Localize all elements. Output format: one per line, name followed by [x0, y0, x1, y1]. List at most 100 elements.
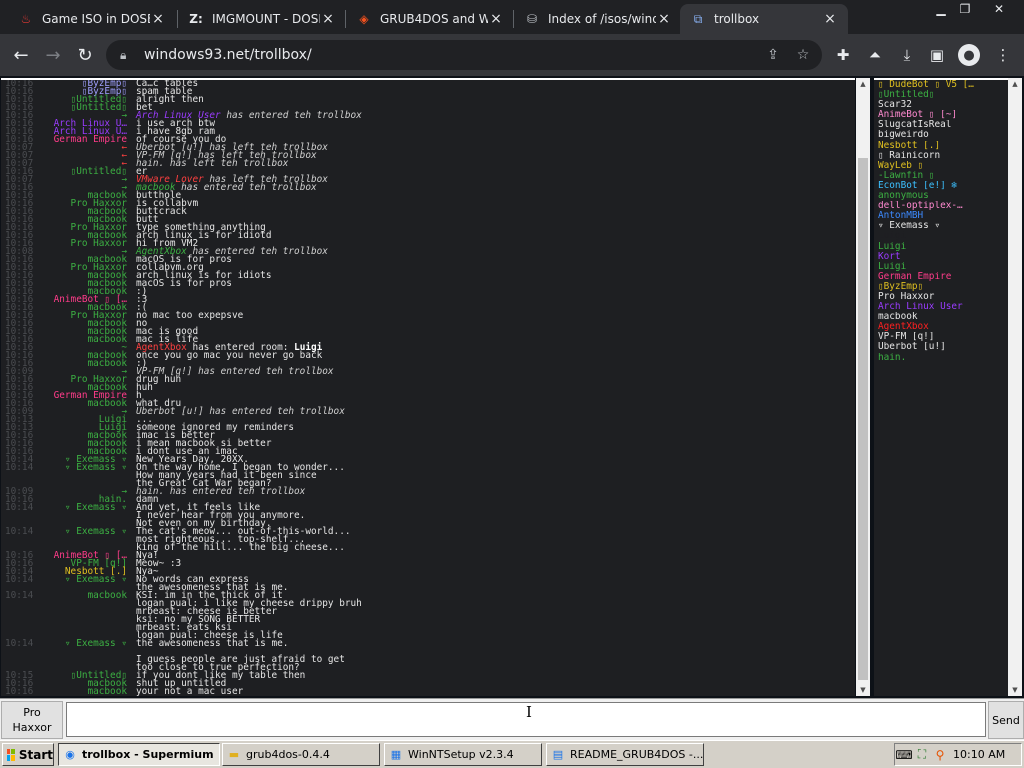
scroll-down-arrow-icon[interactable]: ▼ [1008, 684, 1022, 696]
message-nick[interactable]: ▯Untitled▯ [41, 103, 127, 112]
message-nick[interactable]: ▿ Exemass ▿ [41, 575, 127, 584]
message-nick[interactable]: macbook [41, 687, 127, 696]
scrollbar-thumb[interactable] [858, 158, 868, 680]
user-list-item[interactable]: Luigi [878, 242, 1008, 252]
message-nick[interactable]: ▿ Exemass ▿ [41, 639, 127, 648]
message-nick[interactable] [41, 512, 127, 520]
user-list-item[interactable]: WayLeb ▯ [878, 161, 1008, 171]
lock-icon[interactable]: 🔒︎ [120, 48, 134, 63]
tab-trollbox[interactable]: ⧉ trollbox × [680, 4, 848, 34]
message-nick[interactable] [41, 648, 127, 656]
user-list-item[interactable]: ▿ Exemass ▿ [878, 221, 1008, 231]
message-nick[interactable]: German Empire [41, 135, 127, 144]
user-list-item[interactable]: Uberbot [u!] [878, 342, 1008, 352]
message-nick[interactable] [41, 656, 127, 664]
tab-close-icon[interactable]: × [822, 11, 838, 27]
search-icon[interactable]: ⚲ [931, 748, 949, 762]
message-nick[interactable] [41, 616, 127, 624]
message-nick[interactable]: ▯Untitled▯ [41, 167, 127, 176]
back-arrow-icon[interactable]: ← [8, 42, 34, 68]
user-list-item[interactable]: Pro Haxxor [878, 292, 1008, 302]
taskbar-item-winntsetup[interactable]: ▦ WinNTSetup v2.3.4 [384, 743, 542, 766]
scroll-down-arrow-icon[interactable]: ▼ [856, 684, 870, 696]
user-list-item[interactable]: VP-FM [q!] [878, 332, 1008, 342]
user-list-item[interactable]: hain. [878, 353, 1008, 363]
message-nick[interactable]: macbook [41, 335, 127, 344]
message-nick[interactable]: macbook [41, 359, 127, 368]
tab-grub4dos[interactable]: ◈ GRUB4DOS and W × [346, 4, 514, 34]
user-list-item[interactable]: ▯Untitled▯ [878, 90, 1008, 100]
download-icon[interactable]: ⤓ [894, 42, 920, 68]
close-window-icon[interactable]: ✕ [982, 0, 1016, 18]
reload-icon[interactable]: ↻ [72, 42, 98, 68]
message-nick[interactable]: → [41, 175, 127, 184]
user-list-item[interactable]: Scar32 [878, 100, 1008, 110]
side-panel-icon[interactable]: ▣ [924, 42, 950, 68]
message-nick[interactable] [41, 608, 127, 616]
user-list-item[interactable]: ▯ DudeBot ▯ V5 [… [878, 80, 1008, 90]
nickname-button[interactable]: Pro Haxxor [1, 701, 63, 739]
user-list-item[interactable]: bigweirdo [878, 130, 1008, 140]
bookmark-star-icon[interactable]: ☆ [792, 47, 814, 63]
message-nick[interactable] [41, 624, 127, 632]
profile-avatar-icon[interactable]: ● [958, 44, 980, 66]
tab-imgmount[interactable]: Z: IMGMOUNT - DOSB × [178, 4, 346, 34]
lab-flask-icon[interactable]: ⏶ [862, 42, 888, 68]
user-list-item[interactable]: Arch Linux User [878, 302, 1008, 312]
user-list-item[interactable]: macbook [878, 312, 1008, 322]
message-nick[interactable]: ▿ Exemass ▿ [41, 527, 127, 536]
user-list-item[interactable]: SlugcatIsReal [878, 120, 1008, 130]
taskbar-item-trollbox[interactable]: ◉ trollbox - Supermium [58, 743, 220, 766]
network-icon[interactable]: ⛶ [913, 747, 931, 762]
user-list-item[interactable]: -Lawnfin ▯ [878, 171, 1008, 181]
user-list-item[interactable]: AnimeBot ▯ [~] [878, 110, 1008, 120]
menu-kebab-icon[interactable]: ⋮ [990, 42, 1016, 68]
share-icon[interactable]: ⇪ [762, 47, 784, 63]
scroll-up-arrow-icon[interactable]: ▲ [856, 78, 870, 90]
forward-arrow-icon[interactable]: → [40, 42, 66, 68]
message-nick[interactable]: ← [41, 143, 127, 152]
taskbar-item-readme[interactable]: ▤ README_GRUB4DOS -... [546, 743, 704, 766]
user-list-item[interactable]: Luigi [878, 262, 1008, 272]
message-nick[interactable] [41, 480, 127, 488]
url-text[interactable]: windows93.net/trollbox/ [144, 47, 762, 63]
keyboard-icon[interactable]: ⌨ [895, 748, 913, 762]
chat-message: 10:16 ▯Untitled▯ er [1, 167, 855, 176]
userlist-scrollbar[interactable]: ▲ ▼ [1008, 78, 1022, 696]
tab-close-icon[interactable]: × [150, 11, 166, 27]
send-button[interactable]: Send [988, 701, 1024, 739]
taskbar-item-grub4dos[interactable]: ▬ grub4dos-0.4.4 [222, 743, 380, 766]
user-list-item[interactable]: AntonMBH [878, 211, 1008, 221]
message-nick[interactable]: ← [41, 151, 127, 160]
message-nick[interactable]: macbook [41, 591, 127, 600]
message-nick[interactable] [41, 472, 127, 480]
extensions-puzzle-icon[interactable]: ✚ [830, 42, 856, 68]
message-nick[interactable] [41, 600, 127, 608]
user-list-item[interactable]: EconBot [e!] ❄ [878, 181, 1008, 191]
tab-game-iso[interactable]: ♨ Game ISO in DOSB × [8, 4, 176, 34]
tab-close-icon[interactable]: × [656, 11, 672, 27]
restore-icon[interactable]: ❐ [948, 0, 982, 18]
message-nick[interactable]: macbook [41, 399, 127, 408]
user-list-item[interactable]: Nesbott [.] [878, 141, 1008, 151]
user-list-item[interactable]: Luigi [878, 231, 1008, 241]
message-nick[interactable]: Pro Haxxor [41, 239, 127, 248]
tab-index-isos[interactable]: ⛁ Index of /isos/windo × [514, 4, 682, 34]
start-button[interactable]: Start [2, 743, 54, 766]
user-list-item[interactable]: Kort [878, 252, 1008, 262]
user-list-item[interactable]: AgentXbox [878, 322, 1008, 332]
user-list-item[interactable]: anonymous [878, 191, 1008, 201]
chat-log[interactable]: 10:16 ▯ByzEmp▯ Ca…c tables 10:16 ▯ByzEmp▯ spa… [1, 78, 855, 696]
tab-close-icon[interactable]: × [320, 11, 336, 27]
chat-scrollbar[interactable]: ▲ ▼ [856, 78, 870, 696]
user-list-item[interactable]: ▯ Rainicorn [878, 151, 1008, 161]
user-list-item[interactable]: German Empire [878, 272, 1008, 282]
scroll-up-arrow-icon[interactable]: ▲ [1008, 78, 1022, 90]
message-nick[interactable] [41, 536, 127, 544]
tab-close-icon[interactable]: × [488, 11, 504, 27]
user-list-item[interactable]: ▯ByzEmp▯ [878, 282, 1008, 292]
message-nick[interactable]: ▿ Exemass ▿ [41, 463, 127, 472]
address-bar[interactable]: 🔒︎ windows93.net/trollbox/ ⇪ ☆ [106, 40, 822, 70]
user-list-item[interactable]: dell-optiplex-… [878, 201, 1008, 211]
message-nick[interactable]: ▿ Exemass ▿ [41, 503, 127, 512]
